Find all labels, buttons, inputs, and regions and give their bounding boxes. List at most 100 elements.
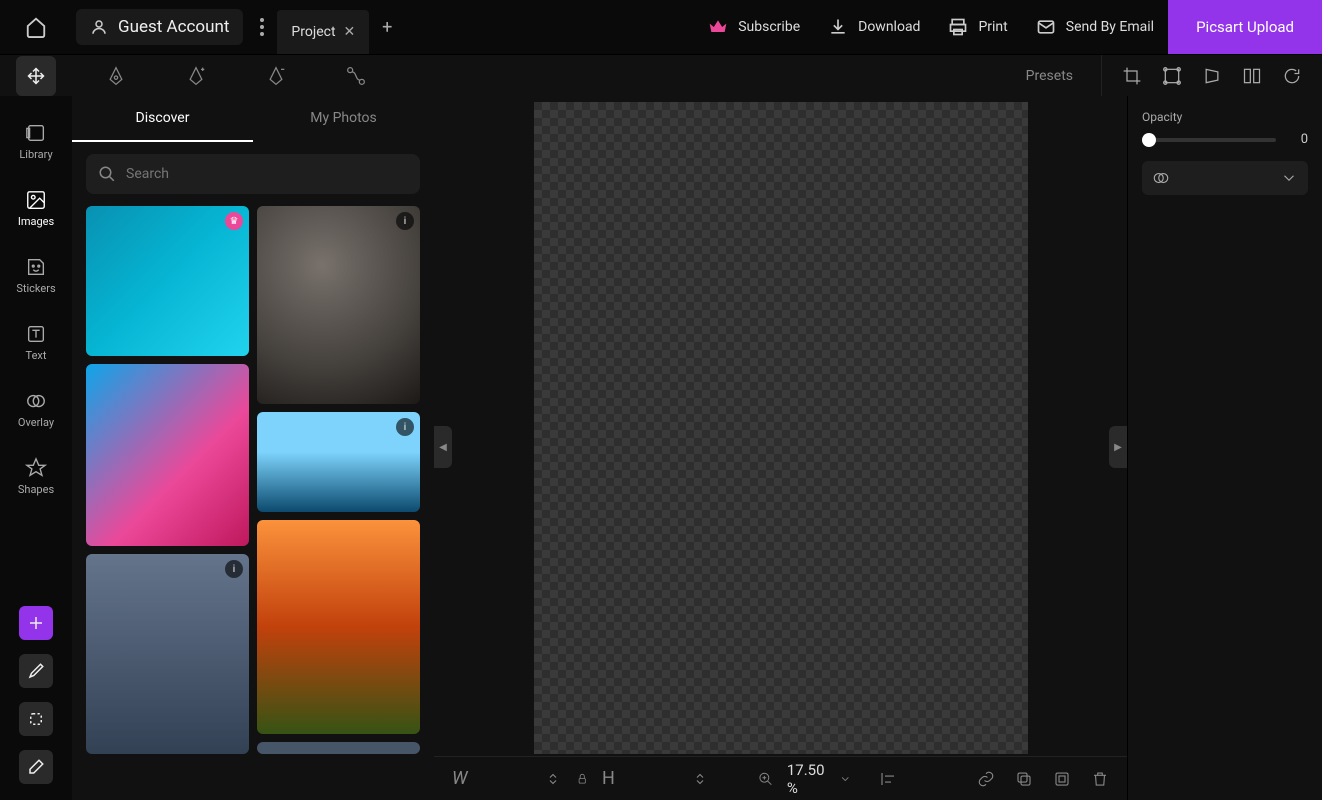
search-icon (98, 165, 116, 183)
width-input[interactable] (476, 771, 536, 786)
search-input-wrap[interactable] (86, 154, 420, 194)
tab-my-photos[interactable]: My Photos (253, 96, 434, 142)
gallery-thumb[interactable]: i (257, 412, 420, 512)
chevron-down-icon (1280, 169, 1298, 187)
align-icon[interactable] (879, 770, 897, 788)
images-panel: Discover My Photos ♛ i i i (72, 96, 434, 800)
gallery-thumb[interactable]: i (86, 554, 249, 754)
slider-thumb[interactable] (1142, 133, 1156, 147)
overlay-icon (25, 390, 47, 412)
account-button[interactable]: Guest Account (76, 9, 243, 45)
rail-text[interactable]: Text (0, 313, 72, 372)
info-badge-icon: i (396, 212, 414, 230)
home-icon (25, 16, 47, 38)
canvas-area (434, 96, 1127, 800)
move-tool-button[interactable] (16, 56, 56, 96)
download-label: Download (858, 19, 920, 35)
stepper-icon[interactable] (544, 770, 562, 788)
pen-remove-icon[interactable] (266, 66, 286, 86)
plus-icon (27, 614, 45, 632)
gallery-thumb[interactable]: i (257, 206, 420, 404)
copy-icon[interactable] (1015, 770, 1033, 788)
eraser-button[interactable] (19, 750, 53, 784)
perspective-icon[interactable] (1202, 66, 1222, 86)
info-badge-icon: i (225, 560, 243, 578)
subscribe-button[interactable]: Subscribe (694, 0, 814, 54)
opacity-label: Opacity (1142, 110, 1308, 124)
gallery-thumb[interactable] (257, 520, 420, 734)
select-icon (27, 710, 45, 728)
crown-icon (708, 17, 728, 37)
blend-icon (1152, 169, 1170, 187)
home-button[interactable] (0, 0, 72, 54)
rail-shapes[interactable]: Shapes (0, 447, 72, 506)
move-icon (27, 67, 45, 85)
upload-label: Picsart Upload (1196, 18, 1294, 36)
account-label: Guest Account (118, 17, 229, 37)
trash-icon[interactable] (1091, 770, 1109, 788)
download-button[interactable]: Download (814, 0, 934, 54)
premium-badge-icon: ♛ (225, 212, 243, 230)
right-panel: Opacity 0 (1127, 96, 1322, 800)
select-button[interactable] (19, 702, 53, 736)
lock-icon[interactable] (576, 770, 588, 788)
rail-library-label: Library (19, 148, 52, 161)
crop-icon[interactable] (1122, 66, 1142, 86)
pen-tools (72, 66, 366, 86)
gallery-thumb[interactable] (257, 742, 420, 754)
print-button[interactable]: Print (934, 0, 1021, 54)
gallery-thumb[interactable]: ♛ (86, 206, 249, 356)
duplicate-icon[interactable] (1053, 770, 1071, 788)
images-icon (25, 189, 47, 211)
shapes-icon (25, 457, 47, 479)
new-tab-button[interactable]: + (369, 17, 405, 38)
image-gallery: ♛ i i i (72, 206, 434, 800)
gallery-thumb[interactable] (86, 364, 249, 546)
brush-icon (27, 662, 45, 680)
rail-shapes-label: Shapes (18, 483, 54, 496)
rail-library[interactable]: Library (0, 112, 72, 171)
presets-button[interactable]: Presets (1026, 68, 1101, 84)
print-icon (948, 17, 968, 37)
tab-my-photos-label: My Photos (310, 110, 377, 126)
collapse-right-button[interactable]: ▶ (1109, 426, 1127, 468)
stickers-icon (25, 256, 47, 278)
opacity-value: 0 (1288, 132, 1308, 147)
upload-button[interactable]: Picsart Upload (1168, 0, 1322, 54)
opacity-slider[interactable] (1142, 138, 1276, 142)
print-label: Print (978, 19, 1007, 35)
collapse-left-button[interactable]: ◀ (434, 426, 452, 468)
tab-discover[interactable]: Discover (72, 96, 253, 142)
rail-overlay[interactable]: Overlay (0, 380, 72, 439)
height-label: H (602, 768, 615, 789)
rail-stickers[interactable]: Stickers (0, 246, 72, 305)
rail-images-label: Images (18, 215, 54, 228)
brush-button[interactable] (19, 654, 53, 688)
top-bar: Guest Account Project ✕ + Subscribe Down… (0, 0, 1322, 54)
rotate-icon[interactable] (1282, 66, 1302, 86)
subscribe-label: Subscribe (738, 19, 800, 35)
pen-add-icon[interactable] (186, 66, 206, 86)
pen-tool-icon[interactable] (106, 66, 126, 86)
send-email-button[interactable]: Send By Email (1022, 0, 1168, 54)
chevron-down-icon[interactable] (839, 770, 851, 788)
info-badge-icon: i (396, 418, 414, 436)
blend-mode-dropdown[interactable] (1142, 161, 1308, 195)
send-email-label: Send By Email (1066, 19, 1154, 35)
zoom-in-icon[interactable] (758, 768, 773, 790)
search-input[interactable] (126, 166, 408, 182)
transform-icon[interactable] (1162, 66, 1182, 86)
link-icon[interactable] (977, 770, 995, 788)
account-menu-button[interactable] (247, 18, 277, 36)
canvas[interactable] (534, 102, 1028, 754)
panel-tabs: Discover My Photos (72, 96, 434, 142)
add-button[interactable] (19, 606, 53, 640)
rail-images[interactable]: Images (0, 179, 72, 238)
close-icon[interactable]: ✕ (344, 24, 356, 40)
path-tool-icon[interactable] (346, 66, 366, 86)
zoom-value: 17.50 % (787, 761, 825, 797)
project-tab[interactable]: Project ✕ (277, 10, 369, 54)
height-input[interactable] (623, 771, 683, 786)
flip-icon[interactable] (1242, 66, 1262, 86)
stepper-icon[interactable] (691, 770, 709, 788)
